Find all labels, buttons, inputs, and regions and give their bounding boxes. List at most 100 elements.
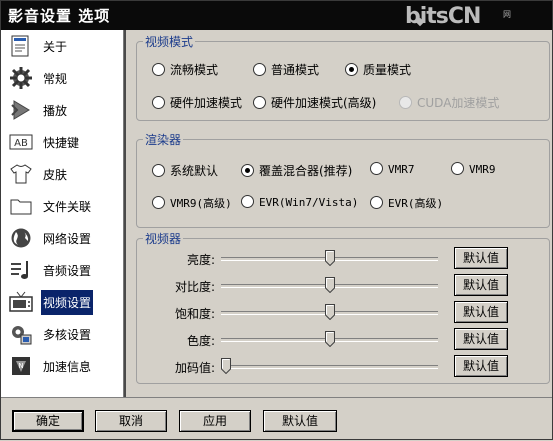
tshirt-icon: [10, 164, 32, 184]
sidebar-item-file-association[interactable]: 文件关联: [1, 190, 123, 222]
radio-renderer-overlay-mixer[interactable]: 覆盖混合器(推荐): [241, 162, 352, 179]
video-adjust-group: 视频器 亮度: 默认值 对比度: 默认值 饱和度: 默认值 色度: 默认值 加码值: 默认值: [136, 230, 550, 384]
apply-button[interactable]: 应用: [179, 410, 251, 432]
radio-hw-accel-advanced-mode[interactable]: 硬件加速模式(高级): [253, 94, 376, 111]
radio-label: EVR(Win7/Vista): [259, 196, 359, 209]
radio-renderer-vmr9[interactable]: VMR9: [451, 162, 496, 176]
multicore-icon: [12, 326, 32, 345]
radio-circle: [370, 196, 383, 209]
radio-circle: [241, 195, 254, 208]
radio-label: 硬件加速模式: [170, 96, 243, 110]
sidebar-item-skin[interactable]: 皮肤: [1, 158, 123, 190]
dialog-button-bar: 确定 取消 应用 默认值: [0, 397, 553, 441]
radio-circle: [152, 63, 165, 76]
globe-icon: [11, 228, 31, 248]
radio-label: VMR9: [469, 163, 496, 176]
slider-reset-button[interactable]: 默认值: [454, 328, 508, 350]
sidebar-item-hotkeys[interactable]: AB 快捷键: [1, 126, 123, 158]
sidebar-item-label: 常规: [43, 72, 68, 86]
radio-quality-mode[interactable]: 质量模式: [345, 61, 411, 78]
renderer-title: 渲染器: [143, 131, 184, 148]
video-settings-panel: 视频模式 流畅模式 普通模式 质量模式 硬件加速模式 硬件加速模式(高级) CU…: [126, 30, 553, 397]
radio-cuda-mode: CUDA加速模式: [399, 94, 499, 111]
slider-thumb[interactable]: [324, 250, 335, 266]
ok-button[interactable]: 确定: [12, 410, 84, 432]
radio-circle: [253, 96, 266, 109]
radio-circle: [253, 63, 266, 76]
sidebar-item-acceleration[interactable]: N 加速信息: [1, 350, 123, 382]
svg-text:N: N: [18, 362, 23, 370]
info-icon: [11, 35, 29, 57]
sidebar-item-video[interactable]: 视频设置: [1, 286, 123, 318]
radio-label: 流畅模式: [170, 63, 219, 77]
radio-smooth-mode[interactable]: 流畅模式: [152, 61, 218, 78]
radio-renderer-vmr9-advanced[interactable]: VMR9(高级): [152, 195, 232, 211]
radio-circle: [370, 162, 383, 175]
video-adjust-title: 视频器: [143, 230, 184, 247]
slider-thumb[interactable]: [324, 277, 335, 293]
radio-label: CUDA加速模式: [417, 96, 500, 110]
slider-label: 对比度:: [174, 280, 215, 294]
radio-label: 质量模式: [363, 63, 412, 77]
radio-renderer-system-default[interactable]: 系统默认: [152, 162, 218, 179]
slider-track[interactable]: [221, 365, 438, 369]
slider-reset-button[interactable]: 默认值: [454, 355, 508, 377]
slider-thumb[interactable]: [221, 358, 231, 374]
restore-defaults-button[interactable]: 默认值: [263, 410, 337, 432]
tv-icon: [9, 291, 33, 312]
radio-hw-accel-mode[interactable]: 硬件加速模式: [152, 94, 242, 111]
slider-thumb[interactable]: [324, 304, 335, 320]
radio-circle: [451, 162, 464, 175]
slider-reset-button[interactable]: 默认值: [454, 247, 508, 269]
sidebar-item-label: 多核设置: [43, 328, 92, 342]
folder-icon: [10, 199, 32, 215]
settings-sidebar: 关于 常规 播放 AB 快捷键 皮肤 文件关联 网络设置 音频设置 视频设置 多…: [1, 30, 124, 397]
window-title: 影音设置 选项: [8, 7, 111, 25]
sidebar-item-label: 快捷键: [43, 136, 80, 150]
slider-thumb[interactable]: [324, 331, 335, 347]
sidebar-item-label: 关于: [43, 40, 68, 54]
music-note-icon: [11, 261, 28, 279]
radio-label: EVR(高级): [388, 197, 444, 210]
sidebar-item-playback[interactable]: 播放: [1, 94, 123, 126]
radio-circle: [152, 164, 165, 177]
video-mode-group: 视频模式 流畅模式 普通模式 质量模式 硬件加速模式 硬件加速模式(高级) CU…: [136, 33, 550, 121]
radio-circle-disabled: [399, 96, 412, 109]
sidebar-item-label: 音频设置: [43, 264, 92, 278]
radio-circle: [152, 96, 165, 109]
radio-label: VMR9(高级): [170, 197, 232, 210]
radio-circle-selected: [345, 63, 358, 76]
radio-renderer-vmr7[interactable]: VMR7: [370, 162, 415, 176]
sidebar-item-label: 文件关联: [43, 200, 92, 214]
radio-circle-selected: [241, 164, 254, 177]
bitscn-logo: bitsCN 网管之家: [405, 6, 511, 86]
sidebar-item-general[interactable]: 常规: [1, 62, 123, 94]
slider-label: 色度:: [186, 334, 215, 348]
radio-renderer-evr-advanced[interactable]: EVR(高级): [370, 195, 443, 211]
sidebar-item-label: 加速信息: [43, 360, 92, 374]
sidebar-item-multicore[interactable]: 多核设置: [1, 318, 123, 350]
slider-label: 饱和度:: [174, 307, 215, 321]
slider-reset-button[interactable]: 默认值: [454, 301, 508, 323]
accelerate-icon: N: [12, 357, 30, 375]
video-mode-title: 视频模式: [143, 33, 196, 50]
radio-renderer-evr[interactable]: EVR(Win7/Vista): [241, 195, 358, 209]
svg-text:AB: AB: [14, 138, 28, 149]
slider-label: 亮度:: [186, 253, 215, 267]
sidebar-item-about[interactable]: 关于: [1, 30, 123, 62]
sidebar-item-network[interactable]: 网络设置: [1, 222, 123, 254]
radio-label: VMR7: [388, 163, 415, 176]
cancel-button[interactable]: 取消: [95, 410, 167, 432]
radio-label: 普通模式: [271, 63, 320, 77]
slider-reset-button[interactable]: 默认值: [454, 274, 508, 296]
radio-normal-mode[interactable]: 普通模式: [253, 61, 319, 78]
sidebar-item-label: 皮肤: [43, 168, 68, 182]
sidebar-item-audio[interactable]: 音频设置: [1, 254, 123, 286]
radio-circle: [152, 196, 165, 209]
slider-label: 加码值:: [174, 361, 215, 375]
sidebar-item-label: 视频设置: [41, 290, 94, 315]
radio-label: 系统默认: [170, 164, 219, 178]
renderer-group: 渲染器 系统默认 覆盖混合器(推荐) VMR7 VMR9 VMR9(高级) EV…: [136, 131, 550, 228]
sidebar-item-label: 播放: [43, 104, 68, 118]
radio-label: 覆盖混合器(推荐): [259, 164, 353, 178]
